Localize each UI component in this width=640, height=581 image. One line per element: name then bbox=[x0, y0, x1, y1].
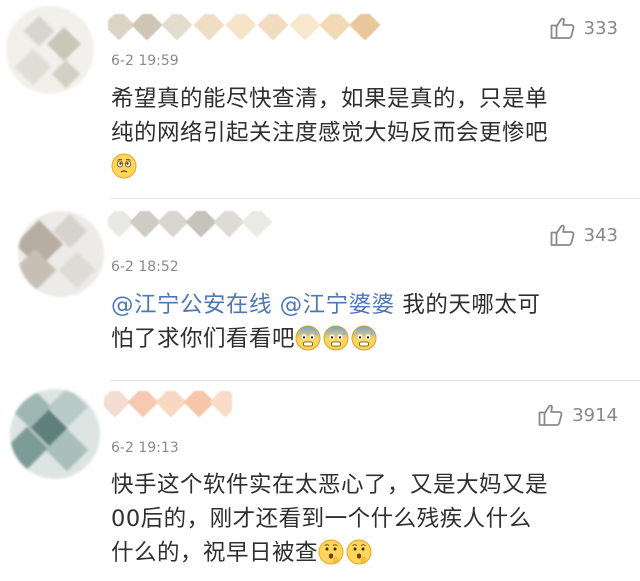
username-pixelated[interactable] bbox=[108, 14, 386, 40]
fearful-sweat-emoji bbox=[351, 325, 377, 351]
thumbs-up-icon bbox=[550, 223, 576, 247]
comment-line: 希望真的能尽快查清，如果是真的，只是单 bbox=[111, 86, 549, 112]
thumbs-up-icon bbox=[550, 16, 576, 40]
avatar[interactable] bbox=[10, 389, 100, 479]
thumbs-up-icon bbox=[538, 403, 564, 427]
comment-line: 什么的，祝早日被查 bbox=[111, 536, 626, 570]
fearful-sweat-emoji bbox=[323, 325, 349, 351]
comment-text: @江宁公安在线 @江宁婆婆 我的天哪太可 怕了求你们看看吧 bbox=[111, 288, 626, 356]
comment-time: 6-2 19:59 bbox=[111, 53, 179, 69]
comment-line: 00后的，刚才还看到一个什么残疾人什么 bbox=[111, 506, 532, 532]
comment-line: 纯的网络引起关注度感觉大妈反而会更惨吧 bbox=[111, 120, 549, 146]
comment-text-span: 我的天哪太可 bbox=[402, 292, 541, 318]
like-count: 333 bbox=[583, 17, 618, 39]
like-count: 3914 bbox=[572, 404, 618, 426]
comment-text-span: 什么的，祝早日被查 bbox=[111, 540, 319, 566]
comment-time: 6-2 18:52 bbox=[111, 259, 179, 275]
comment-time: 6-2 19:13 bbox=[111, 440, 179, 456]
emoji-line bbox=[111, 150, 626, 184]
like-count: 343 bbox=[583, 224, 618, 246]
username-pixelated[interactable] bbox=[108, 211, 284, 237]
mention-link[interactable]: @江宁婆婆 bbox=[280, 292, 395, 318]
like-button[interactable]: 3914 bbox=[538, 403, 618, 427]
comment-text: 希望真的能尽快查清，如果是真的，只是单 纯的网络引起关注度感觉大妈反而会更惨吧 bbox=[111, 82, 626, 184]
avatar[interactable] bbox=[18, 211, 104, 297]
comment-item: 333 6-2 19:59 希望真的能尽快查清，如果是真的，只是单 纯的网络引起… bbox=[0, 0, 640, 198]
comment-line: 快手这个软件实在太恶心了，又是大妈又是 bbox=[111, 472, 549, 498]
avatar[interactable] bbox=[6, 6, 94, 94]
comment-text: 快手这个软件实在太恶心了，又是大妈又是 00后的，刚才还看到一个什么残疾人什么 … bbox=[111, 468, 626, 570]
like-button[interactable]: 333 bbox=[550, 16, 618, 40]
comment-item: 3914 6-2 19:13 快手这个软件实在太恶心了，又是大妈又是 00后的，… bbox=[0, 381, 640, 581]
hushed-face-emoji bbox=[318, 539, 344, 565]
fearful-sweat-emoji bbox=[295, 325, 321, 351]
like-button[interactable]: 343 bbox=[550, 223, 618, 247]
comment-line: 怕了求你们看看吧 bbox=[111, 322, 626, 356]
mention-link[interactable]: @江宁公安在线 bbox=[111, 292, 272, 318]
username-pixelated[interactable] bbox=[104, 391, 232, 417]
comment-item: 343 6-2 18:52 @江宁公安在线 @江宁婆婆 我的天哪太可 怕了求你们… bbox=[0, 199, 640, 380]
comment-text-span: 怕了求你们看看吧 bbox=[111, 326, 296, 352]
hushed-face-emoji bbox=[346, 539, 372, 565]
worried-face-emoji bbox=[111, 153, 137, 179]
comment-line: @江宁公安在线 @江宁婆婆 我的天哪太可 bbox=[111, 288, 626, 322]
